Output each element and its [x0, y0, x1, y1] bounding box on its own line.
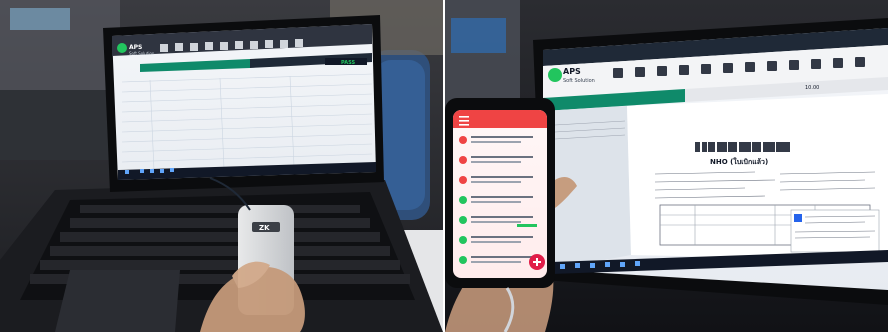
document-title: NHO (ใบเบิกแล้ว)	[710, 157, 768, 166]
laptop-screen: APS Soft Solution PASS	[112, 24, 376, 180]
app-logo: APS	[129, 44, 142, 51]
phone	[445, 98, 555, 288]
phone-screen	[453, 110, 547, 278]
right-photo: APS Soft Solution 10.00 NHO (ใบเบิกแล้ว)	[445, 0, 888, 332]
app-logo-right: APS	[563, 67, 581, 76]
left-photo: APS Soft Solution PASS ZK	[0, 0, 443, 332]
app-brand-line-right: Soft Solution	[563, 78, 595, 84]
doc-time: 10.00	[805, 85, 819, 91]
status-pass: PASS	[341, 60, 355, 66]
laptop-screen-right: APS Soft Solution 10.00 NHO (ใบเบิกแล้ว)	[543, 28, 888, 290]
scanner-logo: ZK	[259, 224, 270, 232]
app-brand-line: Soft Solution	[129, 51, 155, 56]
